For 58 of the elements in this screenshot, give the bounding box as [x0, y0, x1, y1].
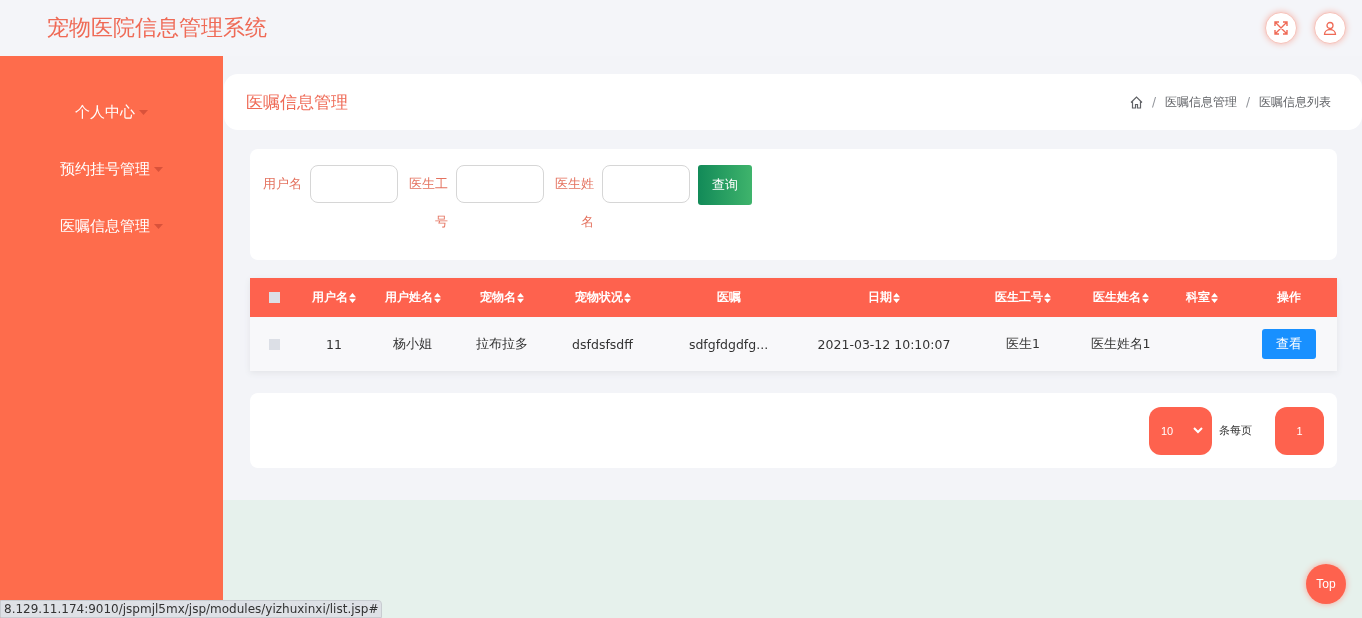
table-cell-text: 11 [325, 336, 343, 352]
sort-icon [516, 292, 524, 303]
caret-icon [154, 167, 163, 172]
column-header[interactable]: 医生工号 [968, 289, 1078, 306]
user-button[interactable] [1314, 12, 1346, 44]
home-icon[interactable] [1129, 95, 1143, 109]
sidebar-item[interactable]: 医嘱信息管理 [0, 198, 223, 255]
input-field[interactable] [456, 165, 544, 203]
sort-icon [433, 292, 441, 303]
sort-icon [1210, 292, 1218, 303]
table-cell-text: 2021-03-12 10:10:07 [816, 336, 952, 352]
sidebar-item[interactable]: 个人中心 [0, 84, 223, 141]
column-header[interactable]: 宠物名 [455, 289, 548, 306]
checkbox[interactable] [268, 292, 280, 303]
app-title: 宠物医院信息管理系统 [47, 14, 268, 42]
table-cell-text: sdfgfdgdfg... [687, 336, 770, 352]
table-cell-text: 医生1 [1005, 335, 1041, 353]
page-size-select[interactable]: 10 [1149, 406, 1212, 455]
field-label: 用户名 [262, 175, 302, 193]
column-header: 操作 [1275, 289, 1302, 306]
back-to-top-button[interactable]: Top [1306, 564, 1346, 604]
breadcrumb-separator: / [1245, 95, 1250, 109]
field-label: 医生姓名 [554, 175, 594, 231]
breadcrumb-item: 医嘱信息列表 [1259, 93, 1331, 111]
fullscreen-button[interactable] [1265, 12, 1297, 44]
table-cell-text: 杨小姐 [392, 335, 433, 353]
breadcrumb-separator: / [1151, 95, 1156, 109]
breadcrumb-item[interactable]: 医嘱信息管理 [1164, 93, 1237, 111]
input-field[interactable] [310, 165, 398, 203]
column-header[interactable]: 宠物状况 [548, 289, 657, 306]
page-title: 医嘱信息管理 [246, 90, 349, 114]
column-header[interactable]: 用户姓名 [370, 289, 455, 306]
search-button[interactable]: 查询 [698, 165, 752, 205]
checkbox[interactable] [268, 338, 280, 350]
user-icon [1323, 21, 1337, 35]
table-cell-text: dsfdsfsdff [571, 336, 634, 352]
sort-icon [349, 292, 356, 303]
view-button[interactable]: 查看 [1261, 329, 1316, 359]
page-size-label: 条每页 [1219, 423, 1252, 438]
column-header[interactable]: 医生姓名 [1078, 289, 1163, 306]
column-header[interactable]: 科室 [1163, 289, 1240, 306]
sort-icon [1141, 292, 1149, 303]
expand-icon [1274, 21, 1288, 35]
column-header[interactable]: 用户名 [298, 289, 370, 306]
status-url: 8.129.11.174:9010/jspmjl5mx/jsp/modules/yizhuxinxi/list.jsp# [0, 600, 383, 618]
caret-icon [139, 110, 148, 115]
sort-icon [1044, 292, 1051, 303]
field-label: 医生工号 [408, 175, 448, 231]
input-field[interactable] [602, 165, 690, 203]
table-cell-text: 医生姓名1 [1089, 335, 1152, 353]
sidebar-item[interactable]: 预约挂号管理 [0, 141, 223, 198]
sort-icon [623, 292, 631, 303]
page-button[interactable]: 1 [1275, 406, 1324, 455]
table-cell-text: 拉布拉多 [474, 335, 529, 353]
column-header[interactable]: 日期 [800, 289, 968, 306]
sort-icon [893, 292, 900, 303]
column-header: 医嘱 [715, 289, 742, 306]
caret-icon [154, 224, 163, 229]
